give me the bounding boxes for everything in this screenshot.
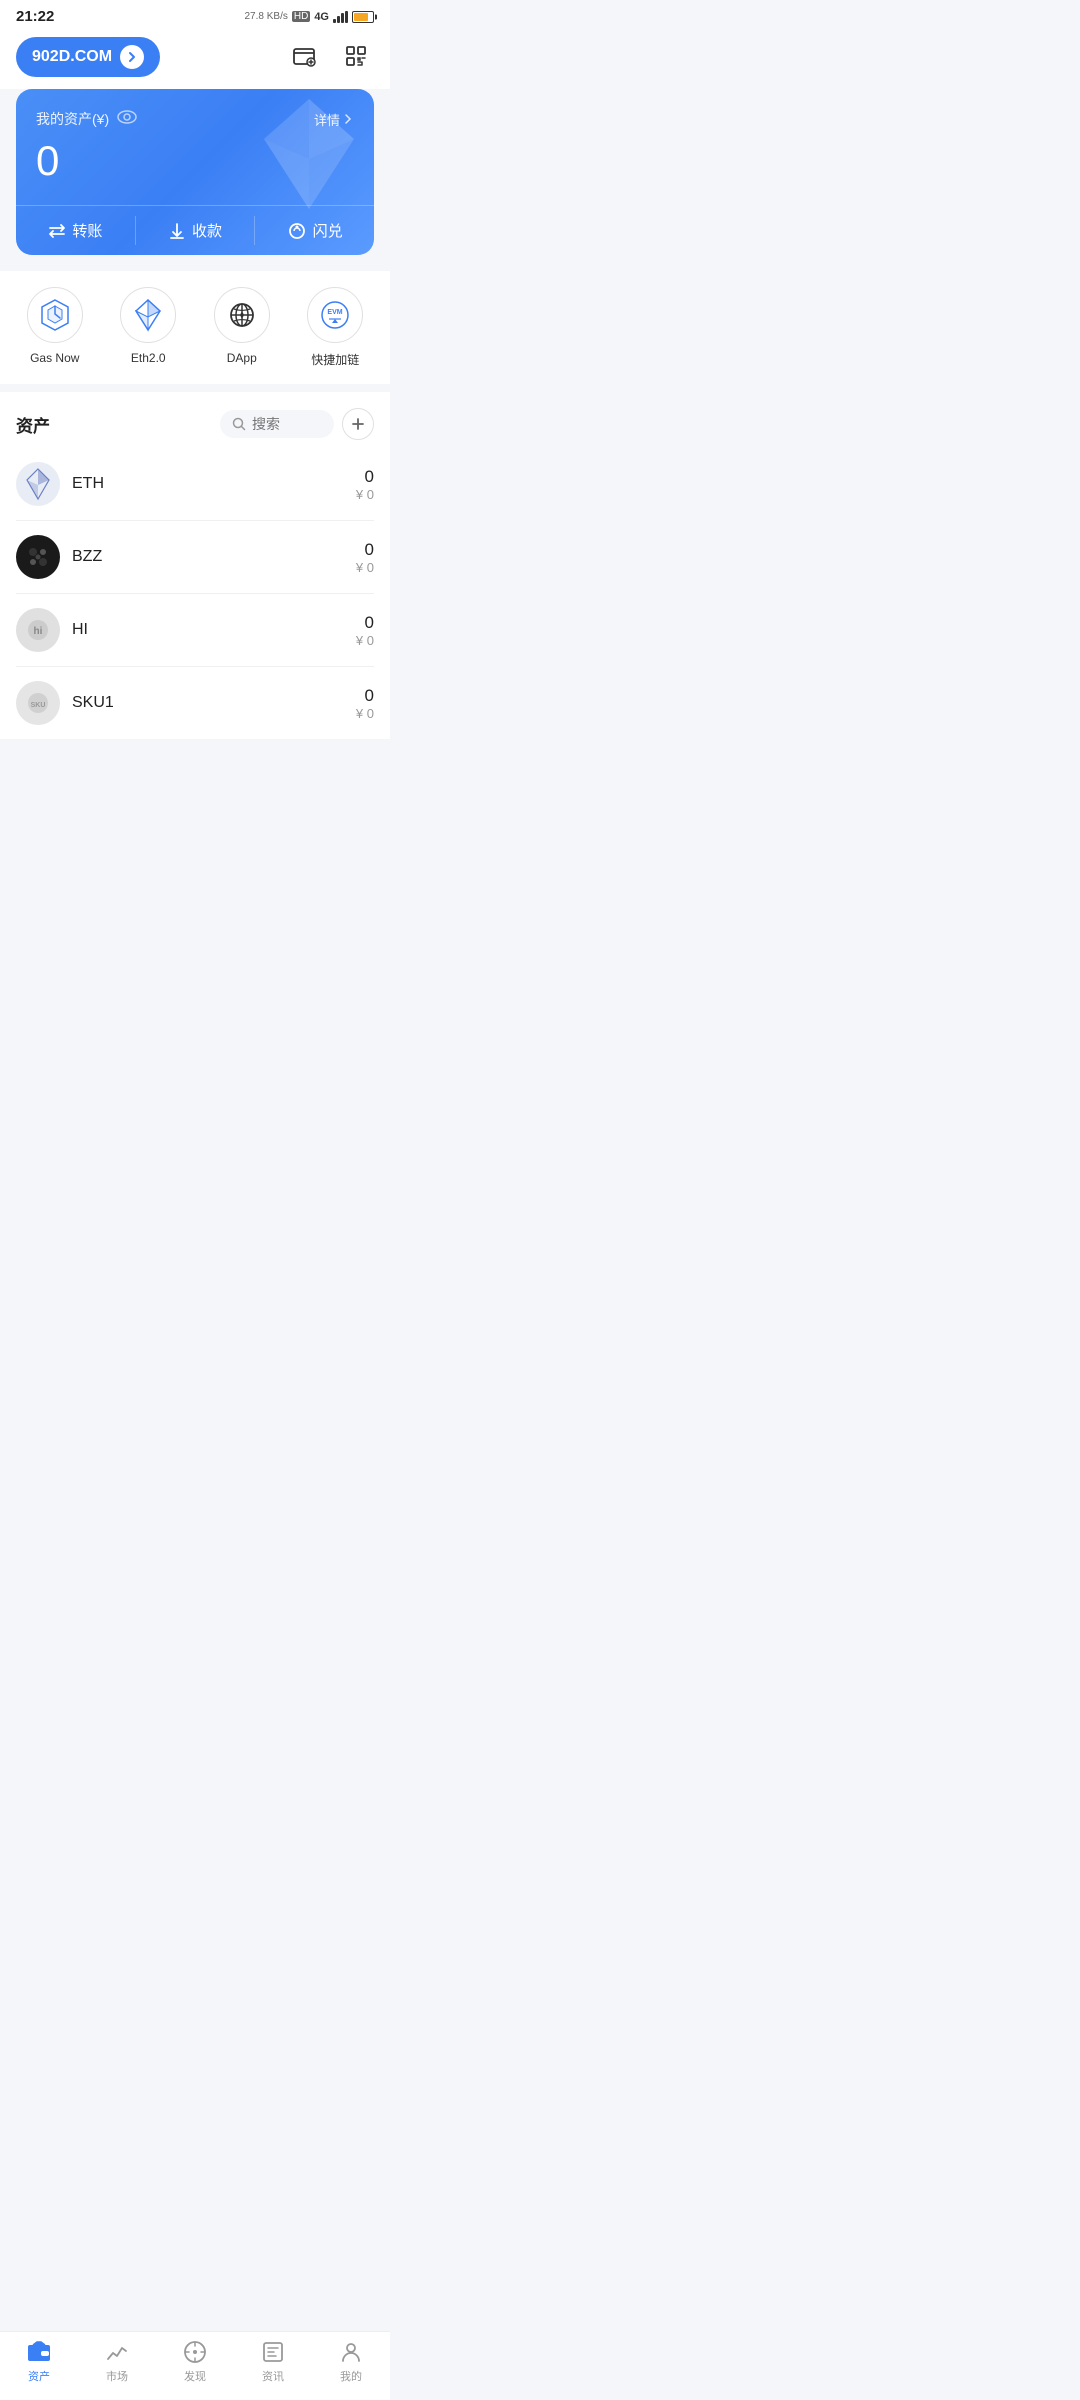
eth2-icon	[120, 287, 176, 343]
svg-text:EVM: EVM	[328, 309, 343, 316]
nav-icons	[286, 38, 374, 77]
nav-item-discover[interactable]: 发现	[170, 2340, 220, 2384]
arrow-circle-icon	[120, 45, 144, 69]
bzz-coin-icon	[16, 535, 60, 579]
assets-title: 资产	[16, 412, 50, 437]
quick-item-evm[interactable]: EVM 快捷加链	[307, 287, 363, 368]
transfer-button[interactable]: 转账	[16, 206, 135, 255]
chart-icon	[105, 2340, 129, 2364]
wallet-icon	[27, 2340, 51, 2364]
nav-item-assets[interactable]: 资产	[14, 2340, 64, 2384]
speed-indicator: 27.8 KB/s	[245, 11, 288, 22]
receive-button[interactable]: 收款	[136, 206, 255, 255]
brand-name: 902D.COM	[32, 48, 112, 66]
quick-item-eth2[interactable]: Eth2.0	[120, 287, 176, 368]
search-row	[220, 408, 374, 440]
detail-link[interactable]: 详情	[314, 110, 354, 129]
hd-badge: HD	[292, 11, 310, 22]
bzz-amount: 0	[356, 540, 374, 560]
dapp-icon	[214, 287, 270, 343]
hi-value: 0 ¥ 0	[356, 613, 374, 648]
asset-list: ETH 0 ¥ 0 BZZ 0 ¥ 0	[0, 448, 390, 739]
asset-item-hi[interactable]: hi HI 0 ¥ 0	[16, 594, 374, 667]
asset-item-bzz[interactable]: BZZ 0 ¥ 0	[16, 521, 374, 594]
eth-coin-icon	[16, 462, 60, 506]
search-icon	[232, 417, 246, 431]
add-asset-button[interactable]	[342, 408, 374, 440]
nav-item-profile[interactable]: 我的	[326, 2340, 376, 2384]
quick-menu: Gas Now Eth2.0 DApp	[0, 271, 390, 384]
svg-text:hi: hi	[34, 626, 43, 637]
nav-item-news[interactable]: 资讯	[248, 2340, 298, 2384]
nav-assets-label: 资产	[28, 2368, 50, 2384]
nav-profile-label: 我的	[340, 2368, 362, 2384]
status-time: 21:22	[16, 8, 54, 25]
gas-now-label: Gas Now	[30, 351, 79, 365]
eth-cny: ¥ 0	[356, 487, 374, 502]
hi-name: HI	[72, 621, 344, 639]
bzz-name: BZZ	[72, 548, 344, 566]
brand-button[interactable]: 902D.COM	[16, 37, 160, 77]
nav-discover-label: 发现	[184, 2368, 206, 2384]
asset-title: 我的资产(¥)	[36, 109, 109, 129]
eth-name: ETH	[72, 475, 344, 493]
sku1-name: SKU1	[72, 694, 344, 712]
signal-icon	[333, 11, 348, 23]
dapp-label: DApp	[227, 351, 257, 365]
status-bar: 21:22 27.8 KB/s HD 4G	[0, 0, 390, 29]
quick-item-dapp[interactable]: DApp	[214, 287, 270, 368]
sku1-cny: ¥ 0	[356, 706, 374, 721]
nav-market-label: 市场	[106, 2368, 128, 2384]
top-nav: 902D.COM	[0, 29, 390, 89]
search-box[interactable]	[220, 410, 334, 438]
hi-coin-icon: hi	[16, 608, 60, 652]
network-badge: 4G	[314, 11, 329, 23]
status-icons: 27.8 KB/s HD 4G	[245, 11, 375, 23]
wallet-add-button[interactable]	[286, 38, 322, 77]
compass-nav-icon	[183, 2340, 207, 2364]
asset-item-sku1[interactable]: SKU SKU1 0 ¥ 0	[16, 667, 374, 739]
news-icon	[261, 2340, 285, 2364]
bottom-nav: 资产 市场 发现 资讯	[0, 2331, 390, 2400]
nav-news-label: 资讯	[262, 2368, 284, 2384]
sku1-amount: 0	[356, 686, 374, 706]
quick-item-gas-now[interactable]: Gas Now	[27, 287, 83, 368]
assets-header: 资产	[0, 392, 390, 448]
sku1-coin-icon: SKU	[16, 681, 60, 725]
eth-amount: 0	[356, 467, 374, 487]
hi-amount: 0	[356, 613, 374, 633]
eth-value: 0 ¥ 0	[356, 467, 374, 502]
evm-label: 快捷加链	[311, 351, 359, 368]
gas-now-icon	[27, 287, 83, 343]
scan-button[interactable]	[338, 38, 374, 77]
assets-section: 资产	[0, 392, 390, 739]
hi-cny: ¥ 0	[356, 633, 374, 648]
battery-icon	[352, 11, 374, 23]
svg-text:SKU: SKU	[31, 702, 46, 709]
evm-icon: EVM	[307, 287, 363, 343]
asset-title-row: 我的资产(¥)	[36, 109, 137, 129]
sku1-value: 0 ¥ 0	[356, 686, 374, 721]
user-icon	[339, 2340, 363, 2364]
bzz-value: 0 ¥ 0	[356, 540, 374, 575]
search-input[interactable]	[252, 416, 322, 432]
eth2-label: Eth2.0	[131, 351, 166, 365]
asset-card: 我的资产(¥) 详情 0 转账	[16, 89, 374, 255]
bzz-cny: ¥ 0	[356, 560, 374, 575]
eye-icon[interactable]	[117, 110, 137, 129]
nav-item-market[interactable]: 市场	[92, 2340, 142, 2384]
asset-item-eth[interactable]: ETH 0 ¥ 0	[16, 448, 374, 521]
